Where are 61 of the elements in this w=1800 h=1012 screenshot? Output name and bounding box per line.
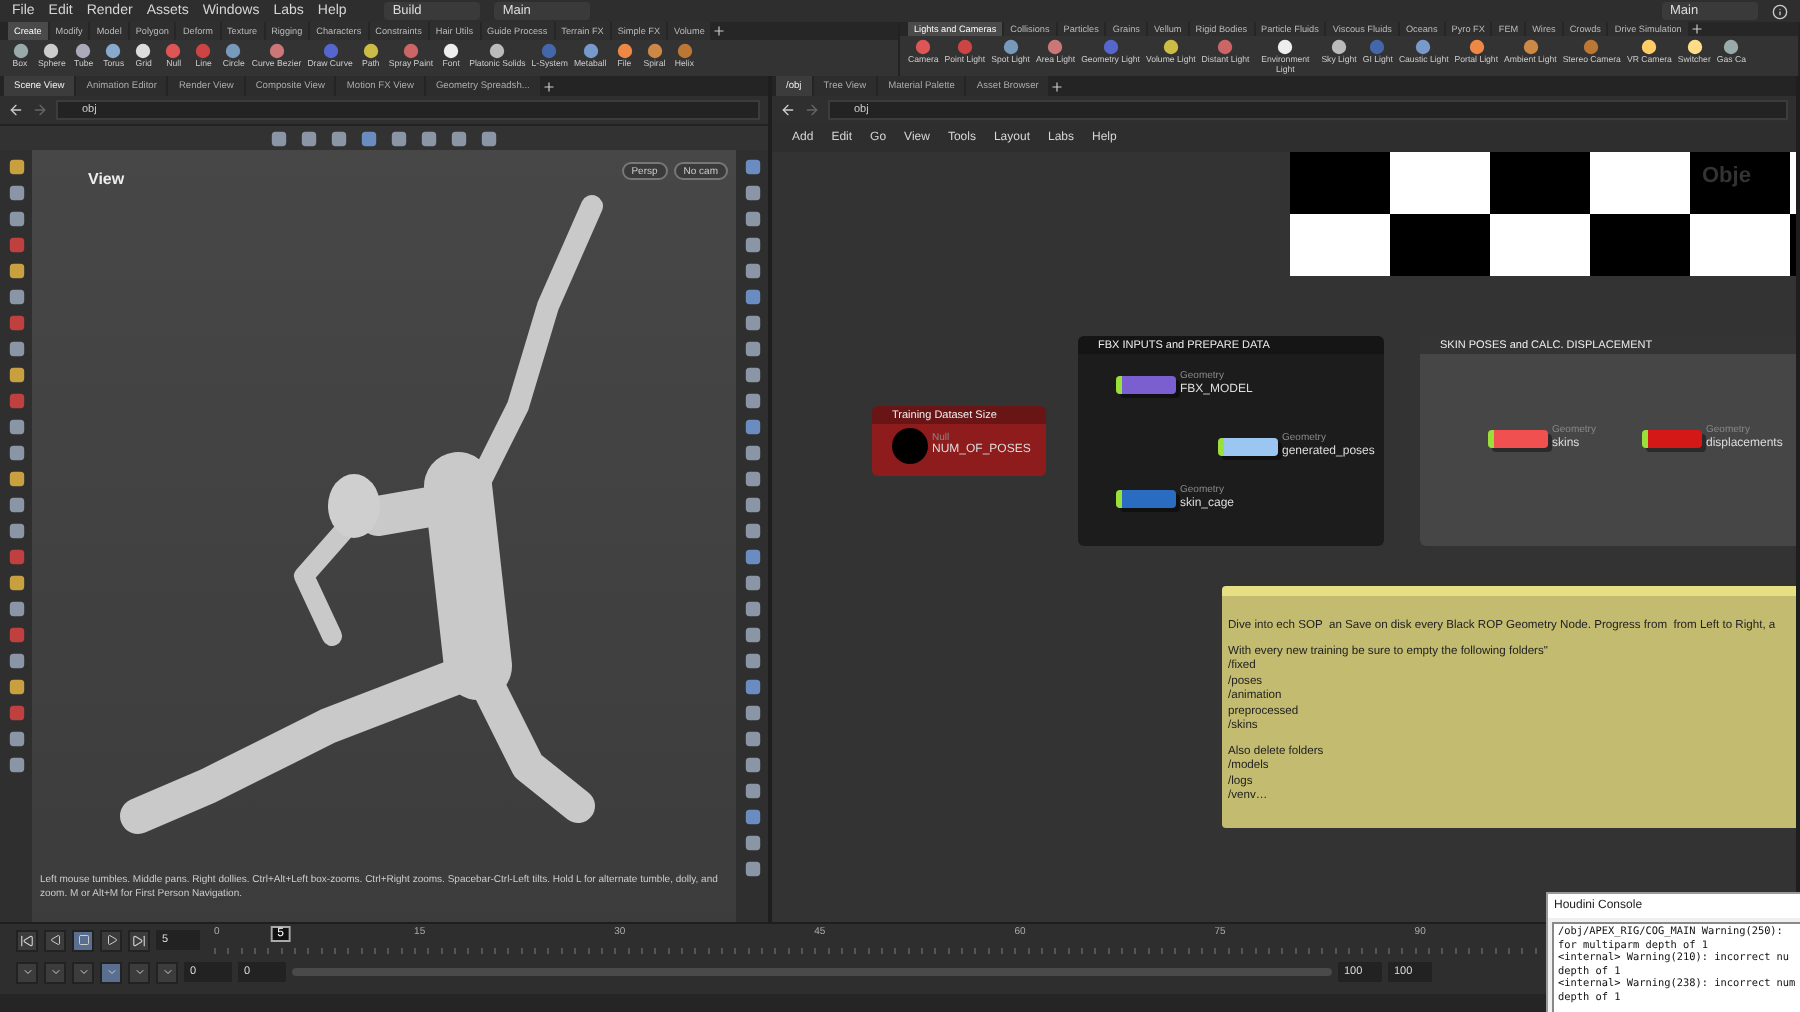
forward-icon[interactable] [32,102,48,118]
play-button[interactable] [100,929,122,951]
add-tab-icon[interactable] [1689,22,1704,36]
sticky-note[interactable] [1222,586,1796,828]
jump-start-button[interactable] [16,929,38,951]
playback-option-button[interactable] [16,961,38,983]
caret-icon [49,966,61,978]
caret-icon [77,966,89,978]
geometry-node[interactable] [1642,429,1702,448]
back-icon[interactable] [8,102,24,118]
shelf-tool-icon [914,38,933,56]
shelf-tool-icon [361,42,380,60]
shelf-tool-icon [442,42,461,60]
null-node[interactable] [892,428,928,464]
geometry-node[interactable] [1218,437,1278,456]
shelf-tool-icon [1640,38,1659,56]
playback-option-button[interactable] [128,961,150,983]
caret-icon [21,966,33,978]
viewport-label: View [88,170,125,188]
help-icon[interactable] [1772,3,1788,19]
playback-option-button[interactable] [100,961,122,983]
reverse-play-icon [49,934,61,946]
forward-icon[interactable] [804,102,820,118]
playback-option-button[interactable] [44,961,66,983]
shelf-tool-icon [1161,38,1180,56]
shelf-tool-icon [540,42,559,60]
geometry-node[interactable] [1488,429,1548,448]
caret-icon [105,966,117,978]
shelf-tool-icon [1467,38,1486,56]
skip-forward-icon [132,933,146,947]
stop-button[interactable] [72,929,94,951]
back-icon[interactable] [780,102,796,118]
playback-option-button[interactable] [72,961,94,983]
shelf-tool-icon [402,42,420,60]
playback-option-button[interactable] [156,961,178,983]
shelf-tool-icon [321,42,340,60]
shelf-tool-icon [1046,38,1065,56]
stop-icon [77,934,89,946]
shelf-tool-icon [1582,38,1601,56]
step-back-button[interactable] [44,929,66,951]
geometry-node[interactable] [1116,489,1176,508]
shelf-tool-icon [1414,38,1433,56]
caret-icon [133,966,145,978]
shelf-tool-icon [1276,38,1295,56]
geometry-node[interactable] [1116,375,1176,394]
viewport[interactable] [32,150,736,922]
play-icon [105,934,117,946]
network-canvas[interactable] [772,152,1796,922]
shelf-tool-icon [1521,38,1540,56]
shelf-tool-icon [1001,38,1020,56]
add-tab-icon[interactable] [541,79,556,93]
add-tab-icon[interactable] [1050,79,1065,93]
add-tab-icon[interactable] [712,24,727,38]
shelf-tool-icon [267,42,286,60]
jump-end-button[interactable] [128,929,150,951]
shelf-tool-icon [488,42,507,60]
shelf-tool-icon [955,38,974,56]
shelf-tool-icon [1216,38,1235,56]
skip-back-icon [20,933,34,947]
caret-icon [161,966,173,978]
shelf-tool-icon [1101,38,1120,56]
